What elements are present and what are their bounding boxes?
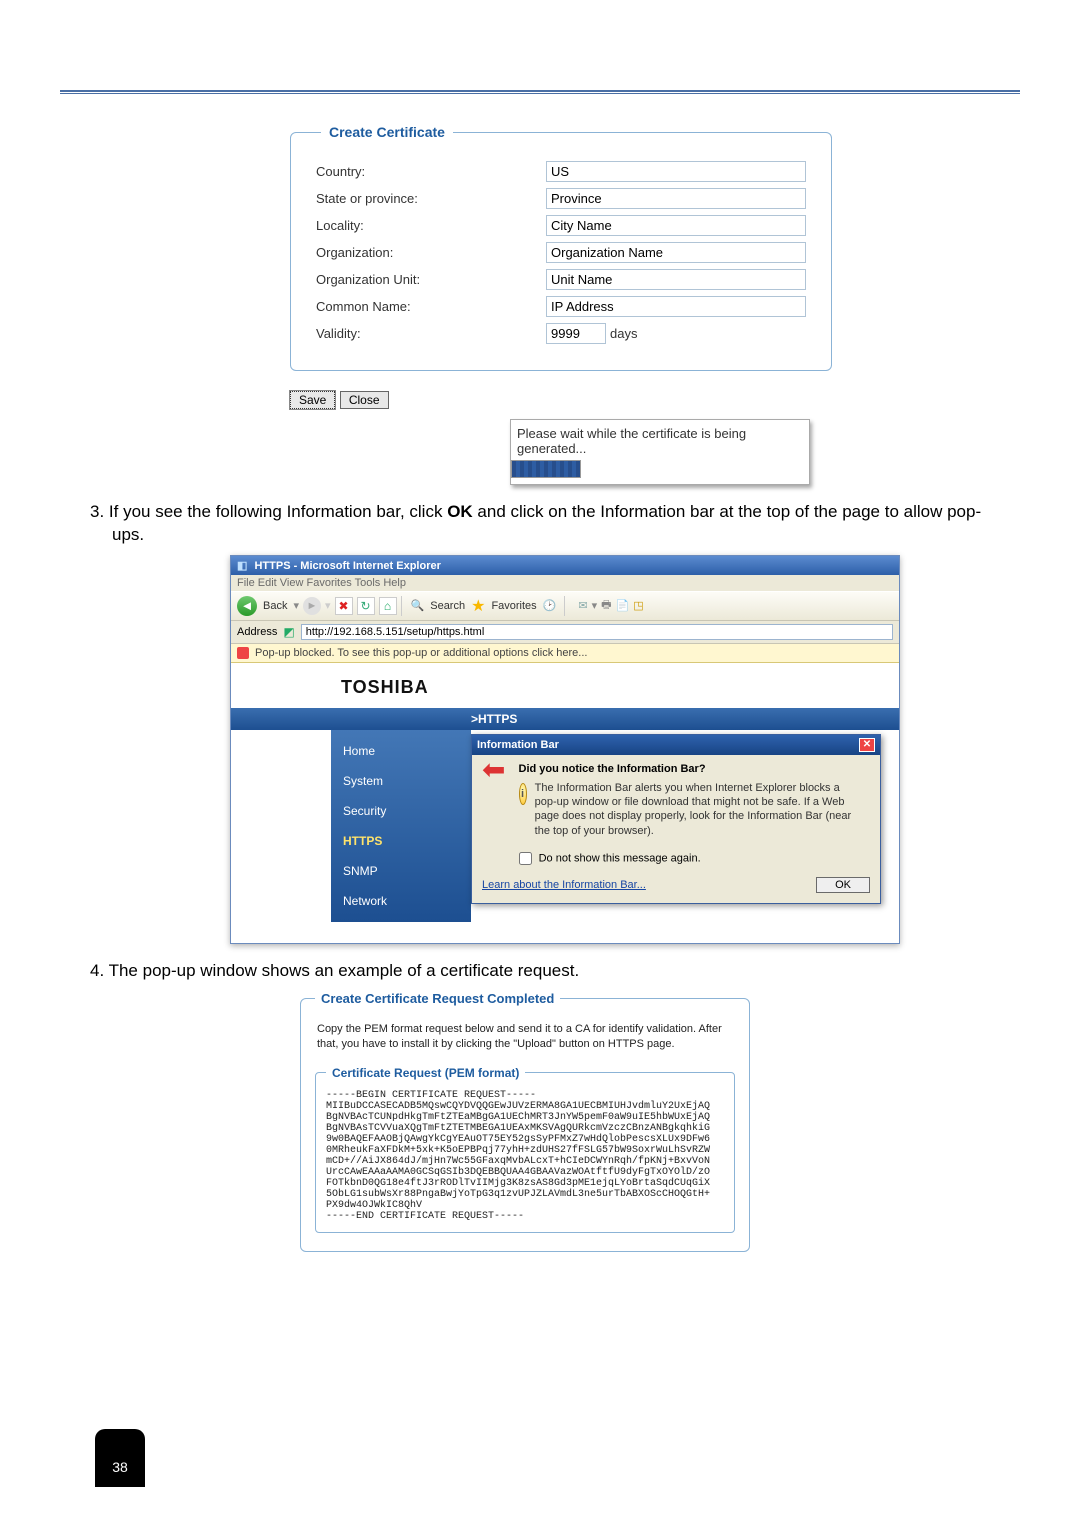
information-bar-dialog: Information Bar ✕ ⬅ Did you notice the I… — [471, 734, 881, 904]
pem-text: -----BEGIN CERTIFICATE REQUEST----- MIIB… — [326, 1090, 724, 1222]
back-icon[interactable]: ◄ — [237, 596, 257, 616]
create-certificate-legend: Create Certificate — [321, 124, 453, 140]
step4-text: 4. The pop-up window shows an example of… — [90, 960, 990, 983]
country-input[interactable] — [546, 161, 806, 182]
ie-content: TOSHIBA >HTTPS Home System Security HTTP… — [231, 663, 899, 943]
pem-format-fieldset: Certificate Request (PEM format) -----BE… — [315, 1066, 735, 1233]
search-icon[interactable]: 🔍 — [411, 599, 425, 612]
create-certificate-panel: Create Certificate Country: State or pro… — [290, 124, 832, 371]
sidebar-menu: Home System Security HTTPS SNMP Network — [331, 730, 471, 922]
org-label: Organization: — [316, 245, 546, 260]
validity-label: Validity: — [316, 326, 546, 341]
info-icon: i — [519, 783, 527, 805]
close-button[interactable]: Close — [340, 391, 389, 409]
header-rule — [60, 90, 1020, 94]
dialog-body-text: The Information Bar alerts you when Inte… — [535, 781, 859, 838]
learn-link[interactable]: Learn about the Information Bar... — [482, 879, 646, 891]
progress-bar — [511, 460, 581, 478]
sidebar-item-system[interactable]: System — [331, 766, 471, 796]
home-icon[interactable]: ⌂ — [379, 597, 397, 615]
state-input[interactable] — [546, 188, 806, 209]
ounit-label: Organization Unit: — [316, 272, 546, 287]
brand-logo: TOSHIBA — [231, 663, 899, 708]
progress-text: Please wait while the certificate is bei… — [511, 420, 809, 460]
dialog-title: Information Bar — [477, 739, 559, 751]
pem-format-legend: Certificate Request (PEM format) — [326, 1066, 525, 1080]
cert-request-legend: Create Certificate Request Completed — [315, 991, 560, 1006]
address-label: Address — [237, 626, 277, 638]
sidebar-item-snmp[interactable]: SNMP — [331, 856, 471, 886]
favorites-icon[interactable]: ★ — [471, 596, 485, 616]
ie-information-bar[interactable]: Pop-up blocked. To see this pop-up or ad… — [231, 644, 899, 663]
dialog-question: Did you notice the Information Bar? — [519, 763, 859, 775]
ie-window: ◧ HTTPS - Microsoft Internet Explorer Fi… — [230, 555, 900, 944]
history-icon[interactable]: 🕑 — [543, 599, 557, 612]
favorites-label[interactable]: Favorites — [491, 600, 536, 612]
ie-address-bar: Address ◩ — [231, 621, 899, 644]
sidebar-item-home[interactable]: Home — [331, 736, 471, 766]
dont-show-label: Do not show this message again. — [539, 852, 701, 864]
step3-text: 3. If you see the following Information … — [90, 501, 990, 547]
common-label: Common Name: — [316, 299, 546, 314]
common-input[interactable] — [546, 296, 806, 317]
page-section-title: >HTTPS — [231, 708, 899, 730]
discuss-icon[interactable]: ◳ — [633, 599, 643, 612]
infobar-text: Pop-up blocked. To see this pop-up or ad… — [255, 647, 587, 659]
sidebar-item-security[interactable]: Security — [331, 796, 471, 826]
ounit-input[interactable] — [546, 269, 806, 290]
sidebar-item-network[interactable]: Network — [331, 886, 471, 916]
dont-show-checkbox[interactable] — [519, 852, 532, 865]
ok-button[interactable]: OK — [816, 877, 870, 893]
save-button[interactable]: Save — [290, 391, 335, 409]
forward-icon[interactable]: ► — [303, 597, 321, 615]
page-icon: ◩ — [283, 625, 294, 639]
arrow-icon: ⬅ — [482, 763, 505, 777]
close-icon[interactable]: ✕ — [859, 738, 875, 752]
certificate-request-panel: Create Certificate Request Completed Cop… — [300, 991, 750, 1252]
sidebar-item-https[interactable]: HTTPS — [331, 826, 471, 856]
popup-blocked-icon — [237, 647, 249, 659]
ie-app-icon: ◧ — [237, 560, 247, 572]
progress-panel: Please wait while the certificate is bei… — [510, 419, 810, 485]
edit-icon[interactable]: 📄 — [616, 599, 630, 612]
address-input[interactable] — [301, 624, 893, 640]
ie-title-text: HTTPS - Microsoft Internet Explorer — [254, 560, 440, 572]
mail-icon[interactable]: ✉ — [578, 599, 587, 612]
ie-menu-bar[interactable]: File Edit View Favorites Tools Help — [231, 575, 899, 591]
stop-icon[interactable]: ✖ — [335, 597, 353, 615]
country-label: Country: — [316, 164, 546, 179]
validity-input[interactable] — [546, 323, 606, 344]
days-label: days — [610, 326, 637, 341]
locality-input[interactable] — [546, 215, 806, 236]
org-input[interactable] — [546, 242, 806, 263]
refresh-icon[interactable]: ↻ — [357, 597, 375, 615]
locality-label: Locality: — [316, 218, 546, 233]
back-label[interactable]: Back — [263, 600, 287, 612]
state-label: State or province: — [316, 191, 546, 206]
ie-title: ◧ HTTPS - Microsoft Internet Explorer — [231, 556, 899, 575]
ie-toolbar: ◄ Back ▾ ► ▾ ✖ ↻ ⌂ 🔍 Search ★ Favorites … — [231, 591, 899, 621]
print-icon[interactable]: 🖶 — [601, 596, 611, 615]
cert-request-intro: Copy the PEM format request below and se… — [317, 1022, 733, 1052]
search-label[interactable]: Search — [430, 600, 465, 612]
page-number: 38 — [95, 1429, 145, 1487]
